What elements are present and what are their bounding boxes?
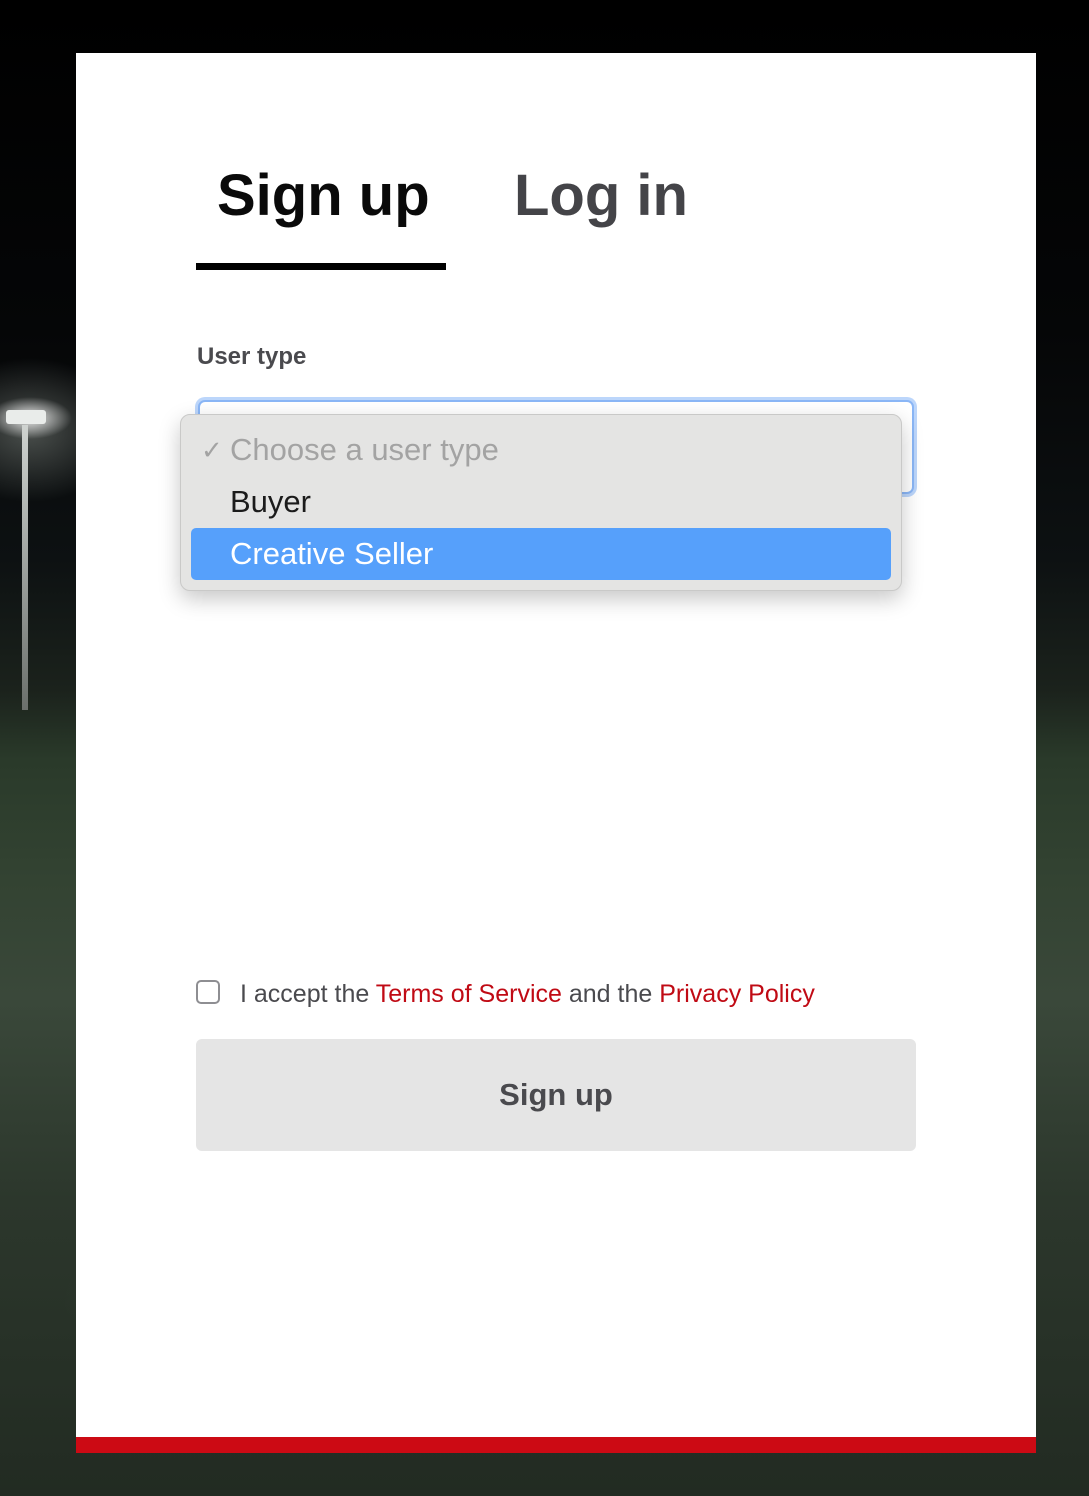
privacy-policy-link[interactable]: Privacy Policy (659, 980, 815, 1008)
option-placeholder[interactable]: ✓ Choose a user type (191, 424, 891, 476)
card-accent-bar (76, 1437, 1036, 1453)
option-buyer[interactable]: Buyer (191, 476, 891, 528)
auth-tabs: Sign up Log in (196, 153, 816, 271)
terms-middle: and the (568, 980, 653, 1008)
user-type-label: User type (197, 343, 307, 370)
tab-sign-up[interactable]: Sign up (217, 153, 430, 239)
signup-card: Sign up Log in User type ✓ Choose a user… (76, 53, 1036, 1453)
checkmark-icon: ✓ (201, 435, 223, 465)
terms-row: I accept the Terms of Service and the Pr… (196, 976, 916, 1012)
terms-prefix: I accept the (240, 980, 370, 1008)
option-creative-seller-label: Creative Seller (230, 536, 434, 571)
tab-log-in[interactable]: Log in (514, 153, 688, 239)
active-tab-indicator (196, 263, 446, 270)
stadium-light (6, 410, 46, 424)
terms-text: I accept the Terms of Service and the Pr… (240, 976, 815, 1012)
option-buyer-label: Buyer (230, 484, 311, 519)
light-pole (22, 425, 28, 710)
option-placeholder-label: Choose a user type (230, 432, 499, 467)
option-creative-seller[interactable]: Creative Seller (191, 528, 891, 580)
user-type-dropdown: ✓ Choose a user type Buyer Creative Sell… (180, 414, 902, 591)
sign-up-button[interactable]: Sign up (196, 1039, 916, 1151)
terms-checkbox[interactable] (196, 980, 220, 1004)
terms-of-service-link[interactable]: Terms of Service (376, 980, 562, 1008)
